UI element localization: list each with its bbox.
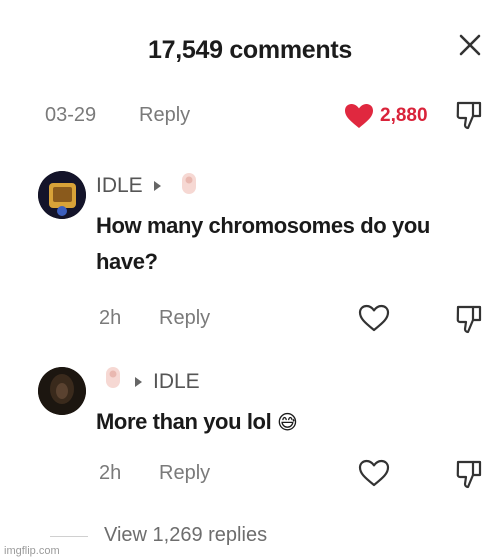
heart-icon [345, 104, 373, 128]
avatar-image [38, 171, 86, 219]
dislike-icon [456, 101, 482, 130]
like-count: 2,880 [380, 105, 428, 126]
comment-text-body: More than you lol [96, 409, 272, 434]
view-replies-button[interactable]: View 1,269 replies [104, 524, 267, 547]
comment-username[interactable]: IDLE [96, 174, 143, 198]
reply-button[interactable]: Reply [159, 307, 210, 330]
dislike-button[interactable] [455, 99, 483, 131]
watermark: imgflip.com [4, 545, 60, 557]
sticker-icon [178, 171, 200, 197]
comment-time: 2h [99, 307, 122, 329]
comments-count-title: 17,549 comments [148, 36, 352, 64]
avatar-image [38, 367, 86, 415]
dislike-icon [456, 460, 482, 489]
reply-arrow-icon [154, 181, 161, 191]
dislike-button[interactable] [455, 458, 483, 490]
comment-time: 2h [99, 462, 122, 484]
close-icon [459, 34, 481, 56]
heart-icon [358, 304, 390, 332]
dislike-button[interactable] [455, 303, 483, 335]
dislike-icon [456, 305, 482, 334]
sticker-icon [102, 365, 124, 391]
grinning-sweat-emoji: 😅 [277, 412, 298, 434]
replies-divider [50, 536, 88, 537]
comment-text: More than you lol 😅 [96, 404, 298, 441]
comment-text: How many chromosomes do you have? [96, 213, 430, 274]
like-button[interactable] [343, 102, 375, 130]
close-button[interactable] [455, 30, 485, 60]
heart-icon [358, 459, 390, 487]
avatar[interactable] [38, 367, 86, 415]
avatar[interactable] [38, 171, 86, 219]
comment-username[interactable]: IDLE [153, 370, 200, 394]
reply-button[interactable]: Reply [159, 462, 210, 485]
reply-arrow-icon [135, 377, 142, 387]
comment-date: 03-29 [45, 104, 97, 126]
like-button[interactable] [357, 303, 391, 333]
reply-button[interactable]: Reply [139, 104, 190, 127]
like-button[interactable] [357, 458, 391, 488]
